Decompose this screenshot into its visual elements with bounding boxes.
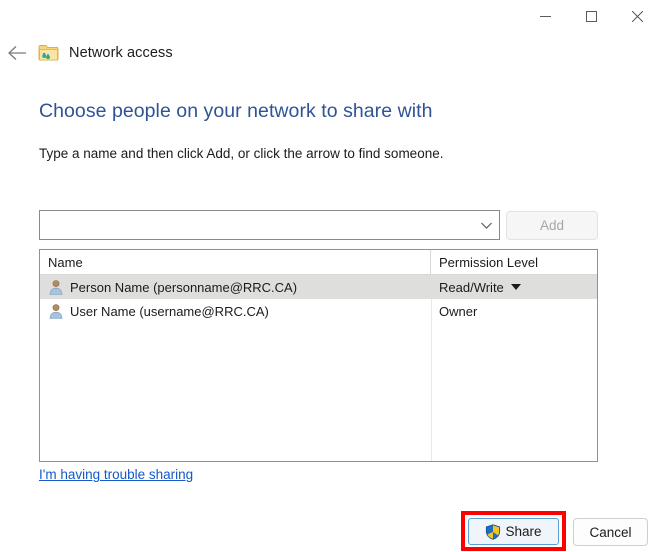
permissions-list: Name Permission Level Person Name (perso…: [39, 249, 598, 462]
permission-dropdown-icon[interactable]: [510, 284, 521, 290]
user-icon: [48, 303, 64, 319]
row-permission-cell: Owner: [431, 304, 597, 319]
page-description: Type a name and then click Add, or click…: [39, 146, 444, 161]
trouble-sharing-link[interactable]: I'm having trouble sharing: [39, 467, 193, 482]
row-permission-cell[interactable]: Read/Write: [431, 280, 597, 295]
page-title: Choose people on your network to share w…: [39, 100, 433, 122]
chevron-down-icon[interactable]: [473, 211, 499, 239]
window-title: Network access: [69, 45, 173, 61]
add-button[interactable]: Add: [506, 211, 598, 240]
row-name-text: User Name (username@RRC.CA): [70, 303, 269, 319]
close-button[interactable]: [614, 0, 660, 32]
title-bar: [0, 0, 660, 32]
list-body: Person Name (personname@RRC.CA) Read/Wri…: [40, 275, 597, 461]
row-name-cell: Person Name (personname@RRC.CA): [40, 279, 431, 295]
network-access-dialog: Network access Choose people on your net…: [0, 0, 660, 552]
navigation-bar: Network access: [0, 36, 660, 70]
row-name-text: Person Name (personname@RRC.CA): [70, 279, 298, 295]
table-row[interactable]: User Name (username@RRC.CA) Owner: [40, 299, 597, 323]
table-row[interactable]: Person Name (personname@RRC.CA) Read/Wri…: [40, 275, 597, 299]
list-header-row: Name Permission Level: [40, 250, 597, 275]
permission-value: Owner: [439, 303, 478, 319]
annotation-highlight-box: [461, 511, 566, 551]
name-combobox[interactable]: [39, 210, 500, 240]
maximize-button[interactable]: [568, 0, 614, 32]
minimize-button[interactable]: [522, 0, 568, 32]
user-icon: [48, 279, 64, 295]
column-header-permission[interactable]: Permission Level: [431, 250, 597, 274]
row-name-cell: User Name (username@RRC.CA): [40, 303, 431, 319]
permission-value: Read/Write: [439, 279, 504, 295]
cancel-button[interactable]: Cancel: [573, 518, 648, 546]
back-arrow-icon[interactable]: [0, 37, 34, 69]
shared-folder-icon: [38, 43, 60, 63]
column-header-name[interactable]: Name: [40, 250, 431, 274]
